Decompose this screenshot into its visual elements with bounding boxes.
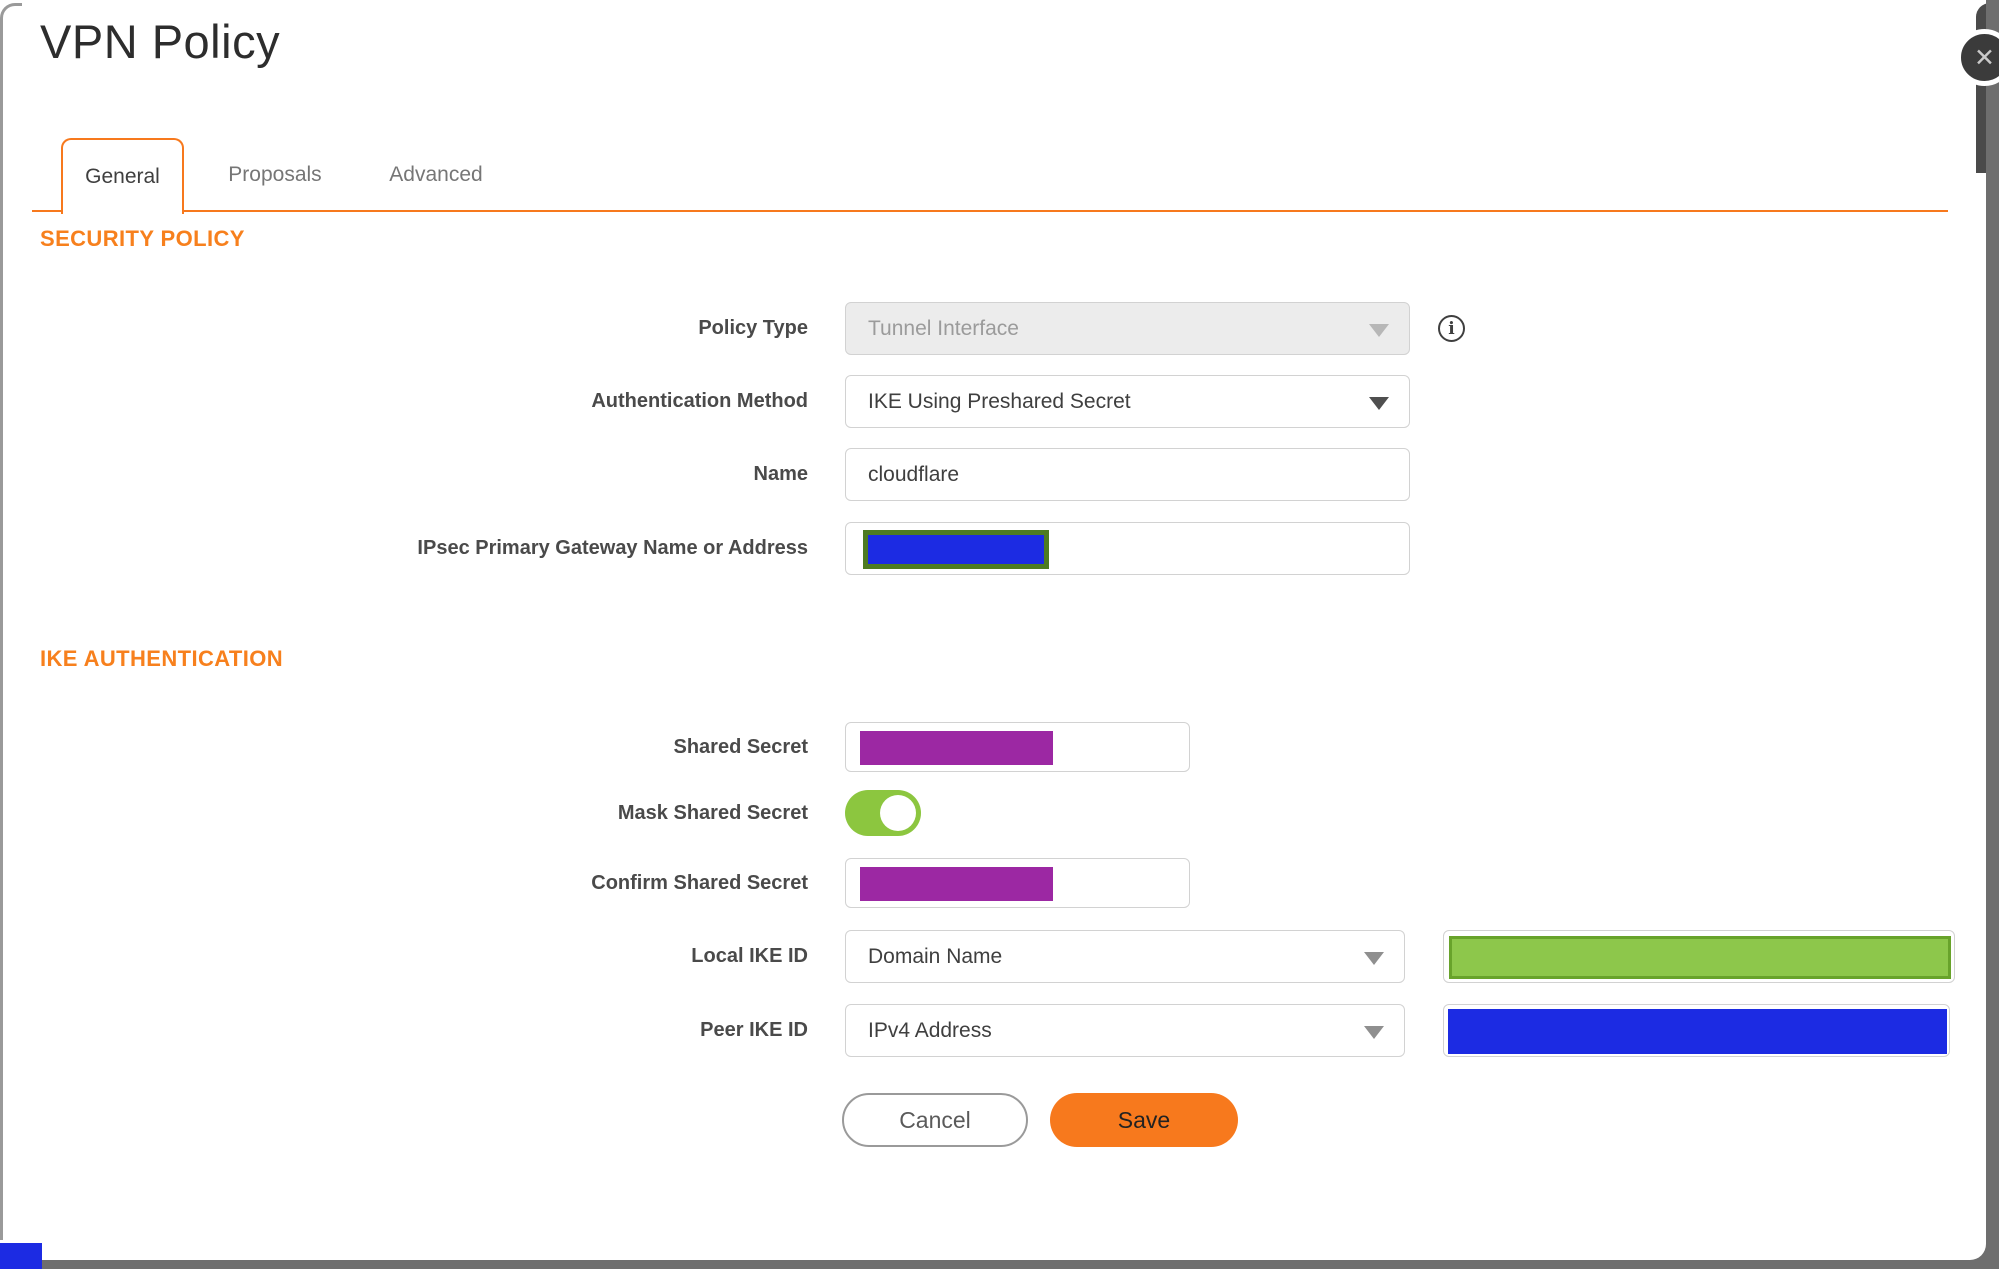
section-ike-authentication: IKE AUTHENTICATION — [40, 646, 284, 671]
tab-advanced[interactable]: Advanced — [376, 138, 496, 212]
gateway-input[interactable] — [845, 522, 1410, 575]
background-edge-bottom — [0, 1260, 1999, 1269]
confirm-shared-secret-input[interactable] — [845, 858, 1190, 908]
peer-ike-id-redaction-box — [1448, 1009, 1947, 1054]
shared-secret-label: Shared Secret — [673, 736, 808, 758]
local-ike-id-input[interactable] — [1443, 930, 1955, 983]
confirm-shared-secret-label: Confirm Shared Secret — [591, 872, 808, 894]
save-button[interactable]: Save — [1050, 1093, 1238, 1147]
local-ike-id-label: Local IKE ID — [691, 945, 808, 967]
auth-method-label: Authentication Method — [591, 390, 808, 412]
shared-secret-redaction-box — [860, 731, 1053, 765]
gateway-redaction-box — [863, 530, 1049, 569]
chevron-down-icon — [1364, 951, 1384, 965]
mask-shared-secret-toggle[interactable] — [845, 790, 921, 836]
peer-ike-id-value: IPv4 Address — [868, 1018, 992, 1042]
toggle-knob — [880, 795, 916, 831]
local-ike-id-redaction-box — [1449, 936, 1951, 979]
gateway-label: IPsec Primary Gateway Name or Address — [417, 537, 808, 559]
vpn-policy-dialog: ✕ VPN Policy General Proposals Advanced … — [0, 0, 1999, 1269]
row-mask-shared-secret: Mask Shared Secret — [0, 790, 1999, 836]
background-edge-right — [1986, 0, 1999, 1269]
name-input[interactable] — [845, 448, 1410, 501]
dialog-corner-bottom-right — [1966, 1240, 1986, 1260]
auth-method-dropdown[interactable]: IKE Using Preshared Secret — [845, 375, 1410, 428]
mask-shared-secret-label: Mask Shared Secret — [617, 802, 808, 824]
row-confirm-shared-secret: Confirm Shared Secret — [0, 858, 1999, 908]
row-shared-secret: Shared Secret — [0, 722, 1999, 772]
policy-type-dropdown: Tunnel Interface — [845, 302, 1410, 355]
close-button[interactable]: ✕ — [1956, 29, 1999, 86]
name-label: Name — [753, 463, 808, 485]
section-security-policy: SECURITY POLICY — [40, 226, 245, 251]
close-icon: ✕ — [1974, 43, 1995, 72]
row-policy-type: Policy Type Tunnel Interface — [0, 302, 1999, 355]
peer-ike-id-dropdown[interactable]: IPv4 Address — [845, 1004, 1405, 1057]
tab-general[interactable]: General — [61, 138, 184, 214]
peer-ike-id-input[interactable] — [1443, 1004, 1950, 1057]
chevron-down-icon — [1369, 396, 1389, 410]
row-peer-ike-id: Peer IKE ID IPv4 Address — [0, 1004, 1999, 1057]
row-auth-method: Authentication Method IKE Using Preshare… — [0, 375, 1999, 428]
chevron-down-icon — [1364, 1025, 1384, 1039]
policy-type-label: Policy Type — [698, 317, 808, 339]
confirm-shared-secret-redaction-box — [860, 867, 1053, 901]
page-title: VPN Policy — [40, 15, 281, 68]
row-name: Name — [0, 448, 1999, 501]
shared-secret-input[interactable] — [845, 722, 1190, 772]
row-gateway: IPsec Primary Gateway Name or Address — [0, 522, 1999, 575]
auth-method-value: IKE Using Preshared Secret — [868, 389, 1131, 413]
cancel-button[interactable]: Cancel — [842, 1093, 1028, 1147]
tab-proposals[interactable]: Proposals — [215, 138, 335, 212]
local-ike-id-dropdown[interactable]: Domain Name — [845, 930, 1405, 983]
local-ike-id-value: Domain Name — [868, 944, 1003, 968]
chevron-down-icon — [1369, 323, 1389, 337]
info-icon[interactable]: i — [1438, 315, 1465, 342]
dialog-left-border — [0, 22, 3, 1242]
tab-bar: General Proposals Advanced — [32, 138, 1948, 214]
dialog-corner-top-left — [0, 3, 22, 25]
row-local-ike-id: Local IKE ID Domain Name — [0, 930, 1999, 983]
policy-type-value: Tunnel Interface — [868, 316, 1019, 340]
redaction-box-bottom-left — [0, 1243, 42, 1269]
peer-ike-id-label: Peer IKE ID — [700, 1019, 808, 1041]
